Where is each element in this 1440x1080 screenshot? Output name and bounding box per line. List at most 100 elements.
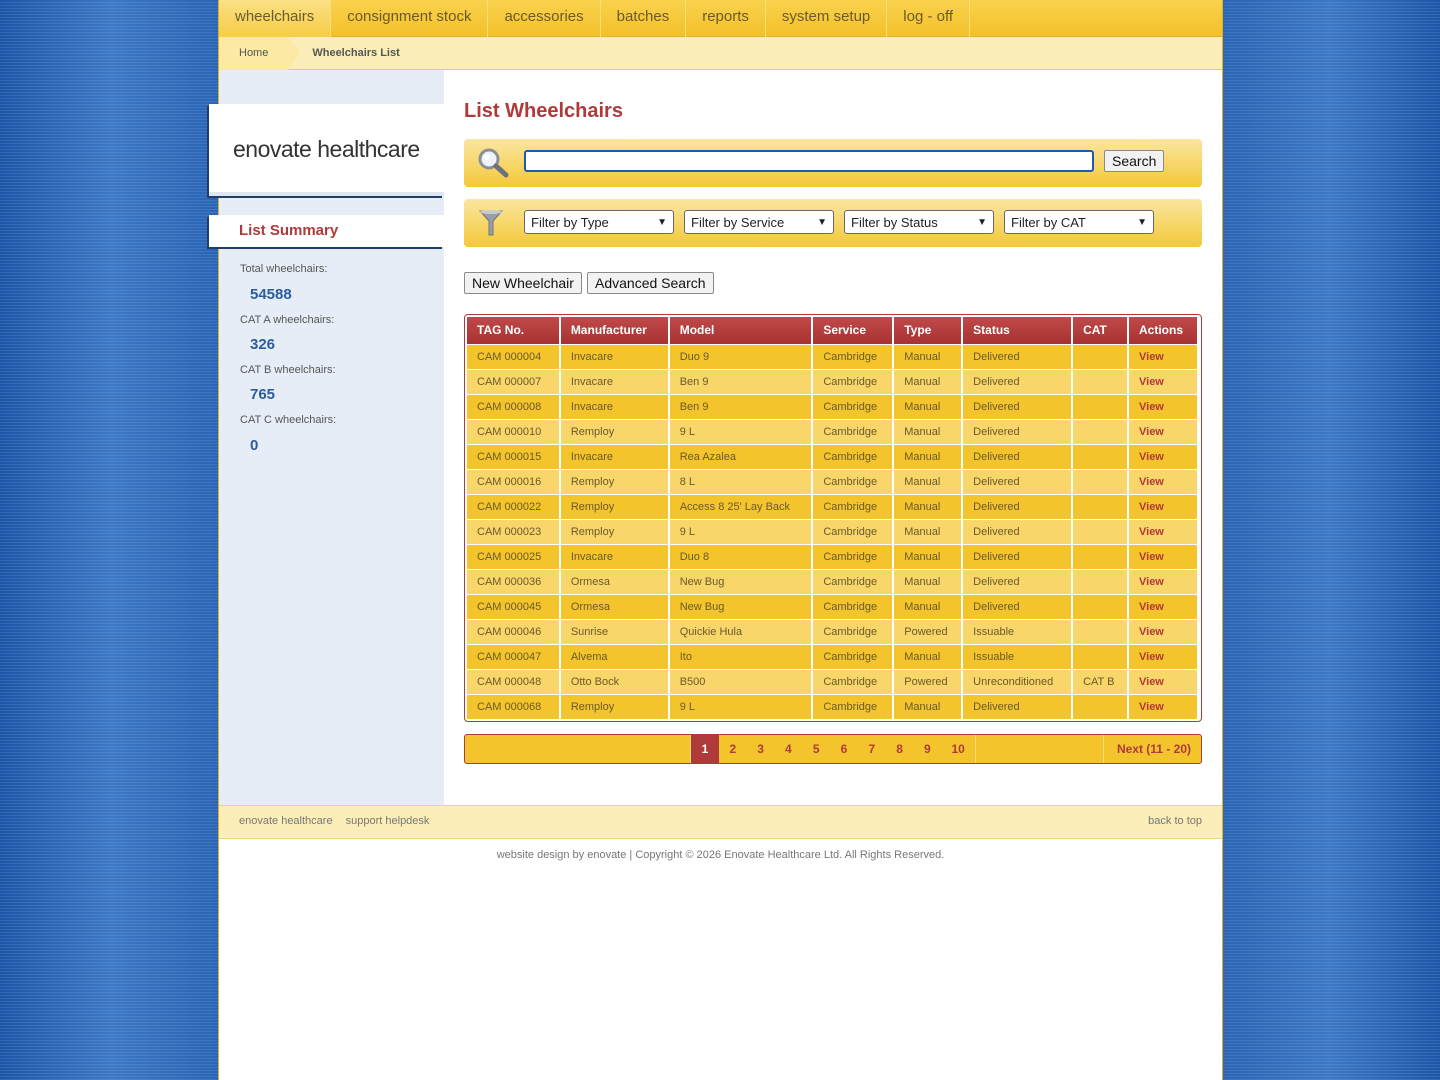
table-cell: Alvema [559,643,670,669]
table-row: CAM 000048 Otto Bock B500 Cambridge Powered U… [467,668,1199,694]
table-cell: Invacare [559,368,670,394]
table-cell: Ben 9 [668,368,814,394]
table-row: CAM 000016 Remploy 8 L Cambridge Manual Deliv… [467,468,1199,494]
filter-status-select[interactable]: Filter by Status ▼ [844,210,994,234]
filter-service-label: Filter by Service [691,214,785,230]
page-link-10[interactable]: 10 [941,735,975,763]
table-cell: Cambridge [812,543,895,569]
table-row: CAM 000046 Sunrise Quickie Hula Cambridge Po… [467,618,1199,644]
table-cell: Remploy [559,693,670,719]
filter-service-select[interactable]: Filter by Service ▼ [684,210,834,234]
page-link-3[interactable]: 3 [747,735,775,763]
view-link[interactable]: View [1128,493,1199,519]
table-cell: Remploy [559,518,670,544]
table-cell [1072,393,1129,419]
view-link[interactable]: View [1128,518,1199,544]
search-button[interactable]: Search [1104,150,1165,172]
view-link[interactable]: View [1128,668,1199,694]
breadcrumb-home[interactable]: Home [219,36,301,70]
table-cell: Duo 9 [668,343,814,369]
view-link[interactable]: View [1128,543,1199,569]
table-cell: Quickie Hula [668,618,814,644]
view-link[interactable]: View [1128,393,1199,419]
view-link[interactable]: View [1128,618,1199,644]
page-link-8[interactable]: 8 [886,735,914,763]
table-cell: CAM 000023 [467,518,561,544]
page-link-7[interactable]: 7 [858,735,886,763]
column-header: Type [893,317,964,344]
table-cell: Ito [668,643,814,669]
next-page-link[interactable]: Next (11 - 20) [1117,735,1191,763]
table-cell [1072,518,1129,544]
table-cell: CAM 000045 [467,593,561,619]
table-cell: Remploy [559,493,670,519]
table-cell [1072,443,1129,469]
table-cell [1072,693,1129,719]
table-row: CAM 000015 Invacare Rea Azalea Cambridge Man… [467,443,1199,469]
nav-system-setup[interactable]: system setup [766,0,888,37]
table-cell: Delivered [962,393,1074,419]
page-link-9[interactable]: 9 [913,735,941,763]
nav-log-off[interactable]: log - off [887,0,971,37]
table-cell: Delivered [962,518,1074,544]
table-cell: Cambridge [812,343,895,369]
page-link-6[interactable]: 6 [830,735,858,763]
stat-label-total: Total wheelchairs: [240,263,328,275]
table-cell: Cambridge [812,468,895,494]
table-cell: Cambridge [812,618,895,644]
view-link[interactable]: View [1128,418,1199,444]
chevron-down-icon: ▼ [1137,216,1147,228]
new-wheelchair-button[interactable]: New Wheelchair [464,272,582,294]
table-cell: Manual [893,443,964,469]
table-cell: Ormesa [559,568,670,594]
view-link[interactable]: View [1128,443,1199,469]
nav-accessories[interactable]: accessories [488,0,601,37]
table-cell: Access 8 25' Lay Back [668,493,814,519]
list-summary-header: List Summary [209,215,444,247]
view-link[interactable]: View [1128,568,1199,594]
footer-link-enovate[interactable]: enovate healthcare [239,815,333,827]
nav-consignment-stock[interactable]: consignment stock [331,0,489,37]
table-cell: CAT B [1072,668,1129,694]
filter-cat-select[interactable]: Filter by CAT ▼ [1004,210,1154,234]
table-row: CAM 000036 Ormesa New Bug Cambridge Manual De… [467,568,1199,594]
table-cell: Delivered [962,343,1074,369]
table-cell: Delivered [962,593,1074,619]
table-cell: Issuable [962,643,1074,669]
page-link-5[interactable]: 5 [802,735,830,763]
page-link-4[interactable]: 4 [774,735,802,763]
table-cell: Cambridge [812,568,895,594]
stat-value-total: 54588 [250,286,292,303]
table-cell: Delivered [962,693,1074,719]
view-link[interactable]: View [1128,368,1199,394]
filter-type-select[interactable]: Filter by Type ▼ [524,210,674,234]
footer-link-helpdesk[interactable]: support helpdesk [346,815,430,827]
page-link-2[interactable]: 2 [719,735,747,763]
funnel-icon [478,208,504,243]
filter-bar: Filter by Type ▼ Filter by Service ▼ Fil… [464,199,1202,247]
table-cell: Manual [893,543,964,569]
search-input[interactable] [524,150,1094,172]
stat-value-cat-b: 765 [250,386,276,403]
table-cell: B500 [668,668,814,694]
page-link-1[interactable]: 1 [691,735,719,763]
view-link[interactable]: View [1128,468,1199,494]
advanced-search-button[interactable]: Advanced Search [587,272,714,294]
table-cell: Remploy [559,468,670,494]
table-cell [1072,593,1129,619]
table-cell: New Bug [668,593,814,619]
view-link[interactable]: View [1128,593,1199,619]
nav-wheelchairs[interactable]: wheelchairs [219,0,332,37]
chevron-down-icon: ▼ [977,216,987,228]
view-link[interactable]: View [1128,643,1199,669]
nav-batches[interactable]: batches [601,0,687,37]
table-cell: Manual [893,343,964,369]
view-link[interactable]: View [1128,693,1199,719]
view-link[interactable]: View [1128,343,1199,369]
table-row: CAM 000007 Invacare Ben 9 Cambridge Manual De… [467,368,1199,394]
back-to-top-link[interactable]: back to top [1148,815,1202,827]
table-cell: 9 L [668,418,814,444]
search-bar: Search [464,139,1202,187]
page-title: List Wheelchairs [464,100,623,122]
nav-reports[interactable]: reports [686,0,766,37]
